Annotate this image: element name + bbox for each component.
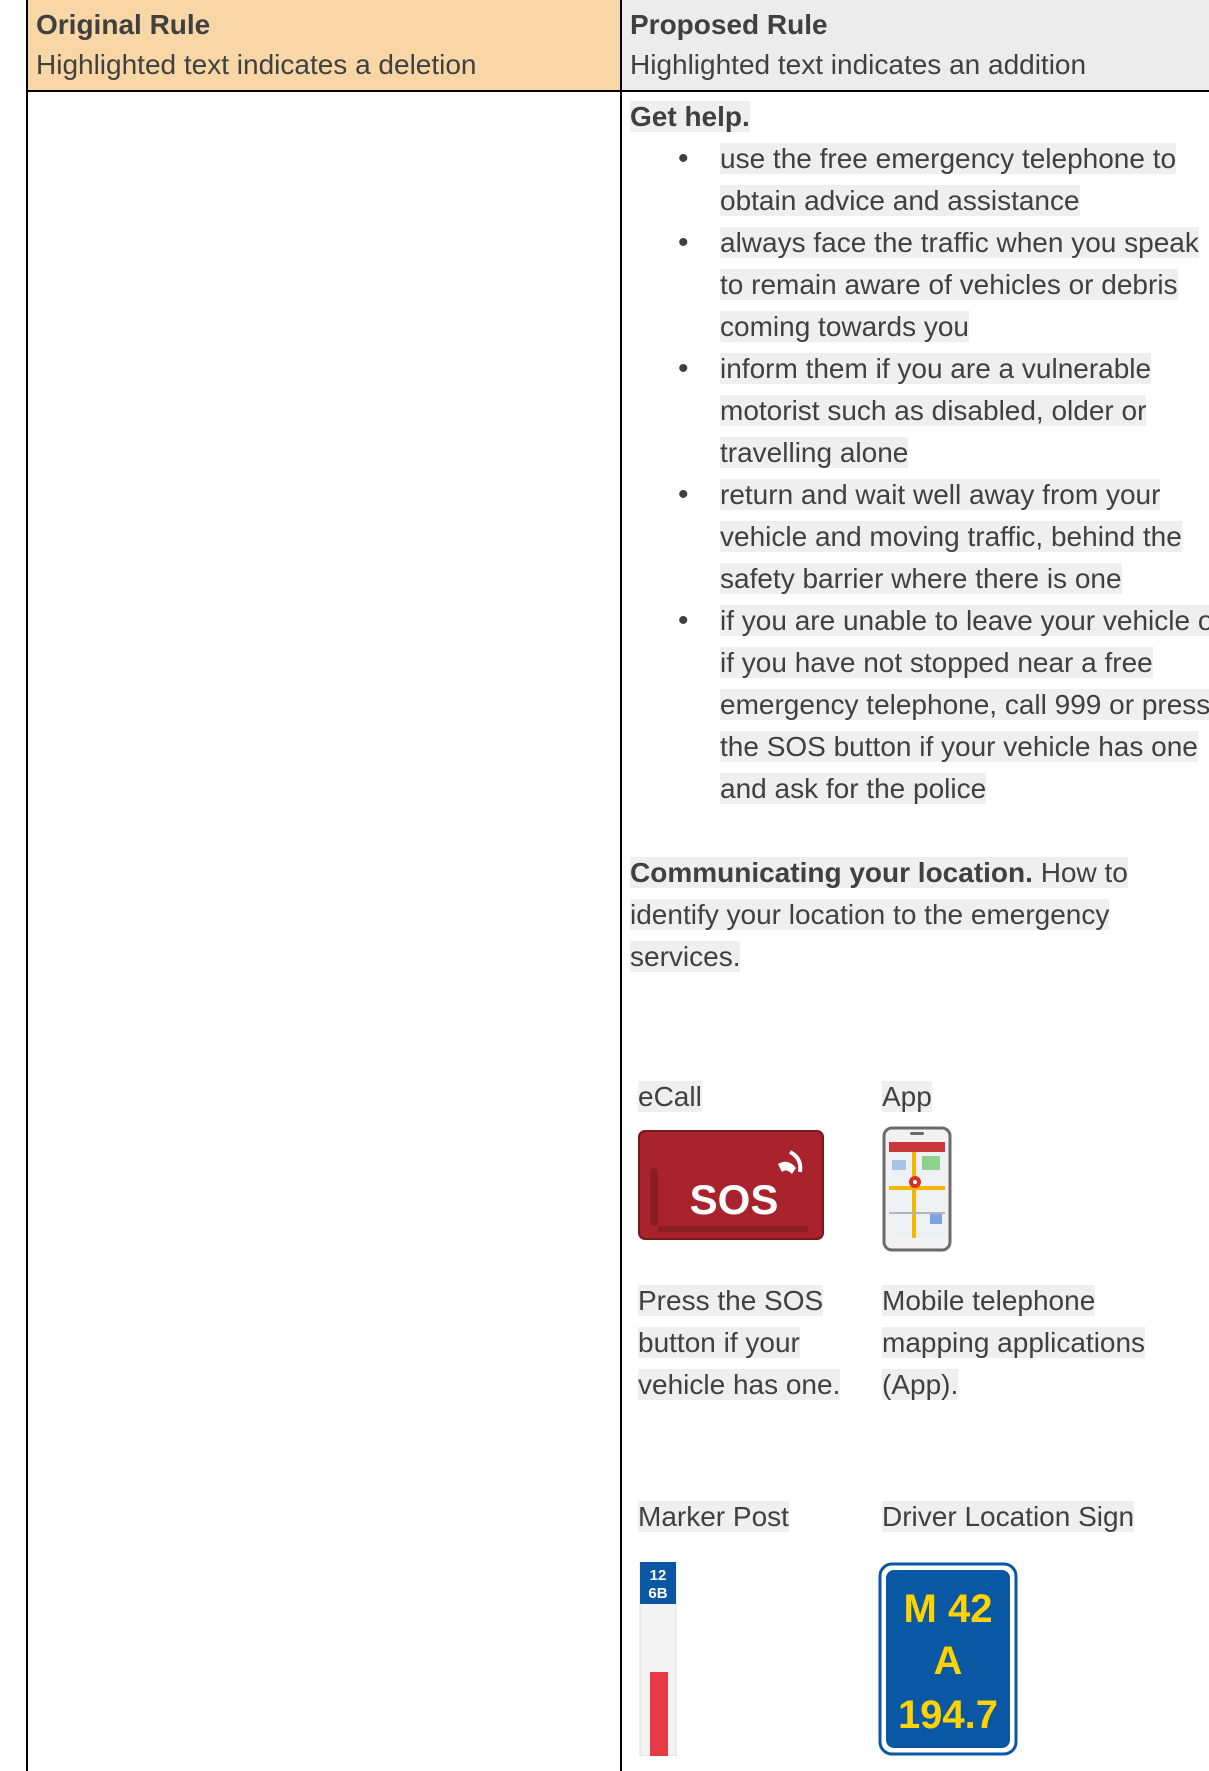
original-rule-subtitle: Highlighted text indicates a deletion <box>36 49 477 80</box>
location-paragraph: Communicating your location. How to iden… <box>630 852 1190 978</box>
list-item: if you are unable to leave your vehicle … <box>630 600 1209 810</box>
marker-post-image: 12 6B <box>639 1562 677 1756</box>
proposed-rule-subtitle: Highlighted text indicates an addition <box>630 49 1087 80</box>
ecall-caption: Press the SOS button if your vehicle has… <box>638 1285 841 1400</box>
location-heading: Communicating your location. <box>630 857 1033 888</box>
dls-line-3: 194.7 <box>898 1693 998 1737</box>
location-figures: eCall App SOS Press the SOS button if yo… <box>638 1076 1198 1756</box>
dls-line-2: A <box>934 1639 963 1683</box>
get-help-list: use the free emergency telephone to obta… <box>630 138 1209 810</box>
sos-text: SOS <box>690 1176 779 1223</box>
sos-button-image: SOS <box>638 1130 824 1240</box>
driver-location-sign-label: Driver Location Sign <box>882 1501 1135 1532</box>
ecall-label: eCall <box>638 1081 702 1112</box>
get-help-heading: Get help. <box>630 101 750 132</box>
list-item: use the free emergency telephone to obta… <box>630 138 1209 222</box>
original-rule-header: Original Rule Highlighted text indicates… <box>28 0 620 90</box>
original-rule-title: Original Rule <box>36 9 211 40</box>
marker-post-label: Marker Post <box>638 1501 789 1532</box>
list-item: inform them if you are a vulnerable moto… <box>630 348 1209 474</box>
marker-post-bottom: 6B <box>648 1585 667 1602</box>
comparison-table: Original Rule Highlighted text indicates… <box>26 0 1209 1771</box>
list-item: always face the traffic when you speak t… <box>630 222 1209 348</box>
proposed-rule-title: Proposed Rule <box>630 9 828 40</box>
app-caption: Mobile telephone mapping applications (A… <box>882 1285 1146 1400</box>
proposed-rule-header: Proposed Rule Highlighted text indicates… <box>622 0 1209 90</box>
driver-location-sign-image: M 42 A 194.7 <box>878 1562 1018 1756</box>
app-label: App <box>882 1081 932 1112</box>
original-rule-cell <box>28 92 620 1771</box>
proposed-rule-cell: Get help. use the free emergency telepho… <box>622 92 1209 1771</box>
marker-post-top: 12 <box>650 1567 667 1584</box>
phone-map-image <box>882 1126 952 1252</box>
list-item: return and wait well away from your vehi… <box>630 474 1209 600</box>
dls-line-1: M 42 <box>904 1587 993 1631</box>
